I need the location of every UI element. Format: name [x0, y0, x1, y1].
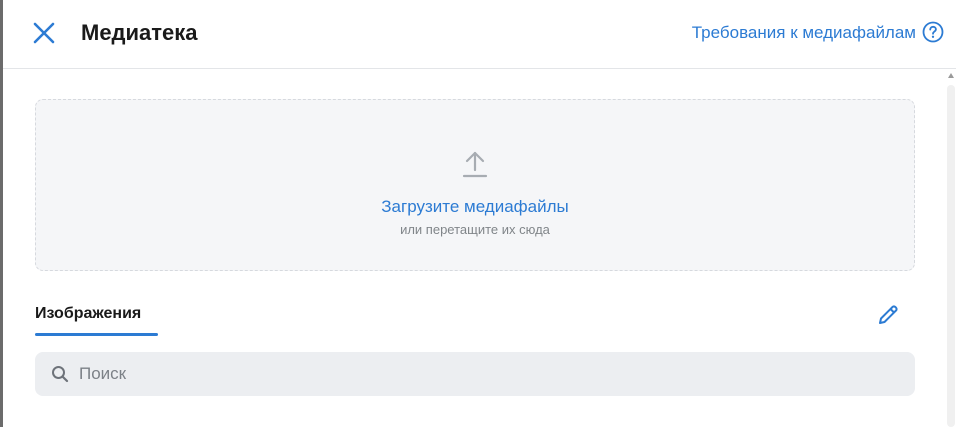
header: Медиатека Требования к медиафайлам [3, 0, 956, 69]
requirements-link[interactable]: Требования к медиафайлам [692, 21, 916, 45]
search-icon [52, 366, 69, 383]
question-circle-icon[interactable] [922, 21, 944, 43]
search-bar [35, 352, 915, 396]
tab-images[interactable]: Изображения [35, 303, 141, 325]
upload-label[interactable]: Загрузите медиафайлы [36, 196, 914, 218]
search-input[interactable] [79, 352, 899, 396]
upload-dropzone[interactable]: Загрузите медиафайлы или перетащите их с… [35, 99, 915, 271]
close-button[interactable] [31, 20, 57, 46]
upload-arrow-icon [462, 151, 488, 178]
content-area: Загрузите медиафайлы или перетащите их с… [3, 69, 946, 427]
close-icon [33, 22, 55, 44]
scrollbar[interactable] [946, 69, 956, 427]
edit-button[interactable] [875, 302, 901, 328]
drag-hint: или перетащите их сюда [400, 222, 550, 237]
active-tab-indicator [35, 333, 158, 336]
scroll-up-arrow-icon[interactable] [948, 73, 954, 78]
page-title: Медиатека [81, 20, 198, 45]
pencil-icon [879, 305, 898, 324]
scroll-thumb[interactable] [947, 85, 955, 427]
